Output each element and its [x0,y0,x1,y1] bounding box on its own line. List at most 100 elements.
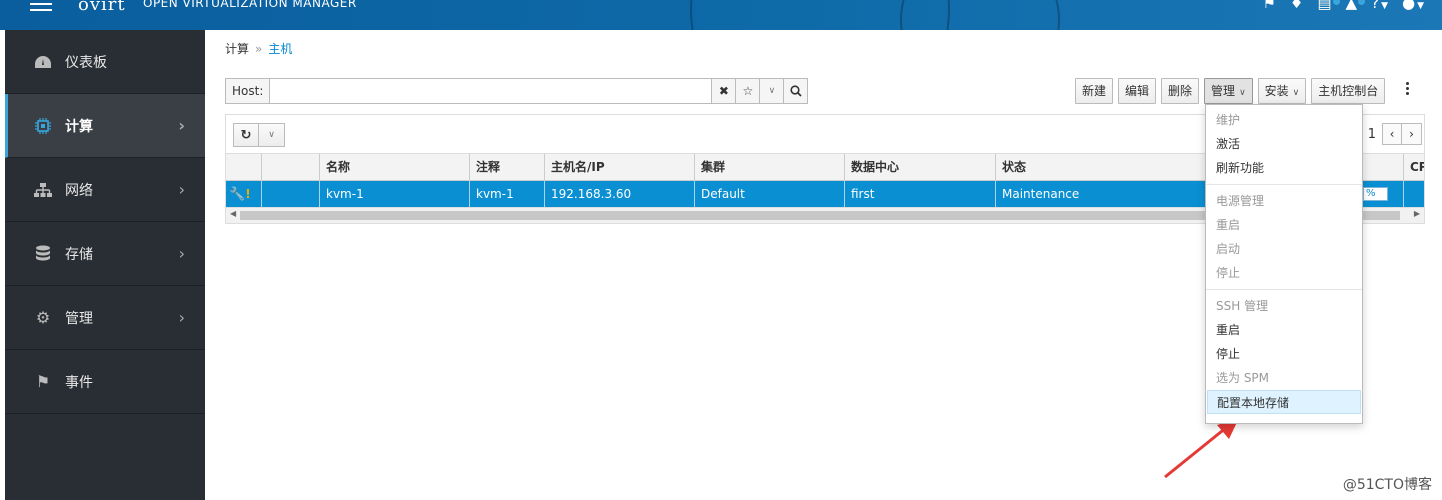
sidebar-item-events[interactable]: ⚑ 事件 [5,350,205,414]
page-number: 1 [1367,126,1376,142]
sidebar-item-label: 事件 [65,374,93,391]
background-decoration [900,0,1060,30]
menu-divider [1206,184,1362,185]
sidebar-item-storage[interactable]: 存储 › [5,222,205,286]
refresh-icon[interactable]: ↻ [233,123,259,147]
search-input[interactable] [270,78,713,104]
top-bar: ovirt OPEN VIRTUALIZATION MANAGER ⚑ ♦ ▤ … [0,0,1442,30]
column-header-comment[interactable]: 注释 [470,154,545,180]
brand-subtitle: OPEN VIRTUALIZATION MANAGER [143,0,357,10]
chevron-right-icon: › [178,244,185,263]
notification-bell-icon[interactable]: ▲ [1346,0,1366,12]
sidebar-item-network[interactable]: 网络 › [5,158,205,222]
menu-item-pm-stop: 停止 [1216,266,1241,280]
chevron-down-icon: ∨ [1292,88,1300,98]
menu-item-ssh-restart[interactable]: 重启 [1206,318,1362,342]
scroll-left-icon[interactable]: ◀ [230,209,236,218]
host-console-button[interactable]: 主机控制台 [1311,78,1386,104]
header-status-icons [226,154,262,180]
menu-item-pm-start: 启动 [1216,242,1241,256]
header-blank [262,154,320,180]
dashboard-icon [33,52,53,72]
chevron-down-icon[interactable]: ∨ [760,78,785,104]
bookmark-star-icon[interactable]: ☆ [736,78,761,104]
chevron-down-icon: ∨ [1239,88,1246,98]
menu-item-ssh-stop[interactable]: 停止 [1206,342,1362,366]
grid-toolbar: ↻ ∨ [233,123,285,147]
search-bar: Host: ✖ ☆ ∨ [225,78,809,104]
row-status-icons: 🔧! [226,181,262,207]
manage-label: 管理 [1211,84,1236,98]
usage-bar: % [1363,187,1388,201]
prev-page-icon[interactable]: ‹ [1382,123,1402,145]
annotation-arrow [1164,418,1239,479]
next-page-icon[interactable]: › [1402,123,1422,145]
manage-dropdown-button[interactable]: 管理 ∨ [1204,78,1253,104]
sidebar: 仪表板 计算 › 网络 › 存储 › ⚙ 管理 › ⚑ 事件 [5,30,205,500]
cell-cpu [1404,181,1424,207]
network-icon [33,180,53,200]
kebab-menu-icon[interactable] [1402,82,1412,95]
breadcrumb-separator: » [255,42,263,56]
cpu-icon [33,116,53,136]
menu-header-ssh-management: SSH 管理 [1216,299,1269,313]
chevron-right-icon: › [178,116,185,135]
sidebar-item-label: 仪表板 [65,54,107,71]
user-icon[interactable]: ● ▼ [1402,0,1424,12]
tasks-icon[interactable]: ▤ [1317,0,1340,12]
breadcrumb-current[interactable]: 主机 [268,42,292,56]
scroll-right-icon[interactable]: ▶ [1414,209,1420,218]
flag-icon: ⚑ [35,372,51,391]
row-blank [262,181,320,207]
tag-icon[interactable]: ♦ [1290,0,1303,12]
help-icon[interactable]: ? ▼ [1371,0,1388,12]
chevron-down-icon[interactable]: ∨ [259,123,285,147]
breadcrumb: 计算 » 主机 [225,40,292,57]
sidebar-item-compute[interactable]: 计算 › [5,94,205,158]
chevron-right-icon: › [178,308,185,327]
chevron-right-icon: › [178,180,185,199]
cell-cluster: Default [695,181,845,207]
column-header-name[interactable]: 名称 [320,154,470,180]
cell-name: kvm-1 [320,181,470,207]
top-icons: ⚑ ♦ ▤ ▲ ? ▼ ● ▼ [1262,0,1424,12]
menu-item-configure-local-storage[interactable]: 配置本地存储 [1207,390,1361,414]
search-icon[interactable] [784,78,809,104]
sidebar-item-label: 网络 [65,182,93,199]
breadcrumb-parent[interactable]: 计算 [225,42,249,56]
search-label: Host: [225,78,271,104]
wrench-icon: 🔧 [229,187,246,202]
column-header-cpu[interactable]: CP [1404,154,1424,180]
action-toolbar: 新建 编辑 删除 管理 ∨ 安装 ∨ 主机控制台 [1075,78,1386,104]
menu-item-refresh-capabilities[interactable]: 刷新功能 [1206,156,1362,180]
install-dropdown-button[interactable]: 安装 ∨ [1257,78,1307,104]
edit-button[interactable]: 编辑 [1118,78,1157,104]
cell-datacenter: first [845,181,996,207]
sidebar-item-dashboard[interactable]: 仪表板 [5,30,205,94]
menu-item-pm-restart: 重启 [1216,218,1241,232]
menu-header-power-management: 电源管理 [1216,194,1265,208]
clear-search-icon[interactable]: ✖ [712,78,737,104]
menu-item-activate[interactable]: 激活 [1206,132,1362,156]
delete-button[interactable]: 删除 [1161,78,1200,104]
new-button[interactable]: 新建 [1075,78,1114,104]
manage-dropdown-menu: 维护 激活 刷新功能 电源管理 重启 启动 停止 SSH 管理 重启 停止 选为… [1205,104,1363,424]
bookmark-icon[interactable]: ⚑ [1262,0,1275,12]
sidebar-item-admin[interactable]: ⚙ 管理 › [5,286,205,350]
brand-logo: ovirt [78,0,126,15]
menu-header-maintenance: 维护 [1216,113,1241,127]
column-header-datacenter[interactable]: 数据中心 [845,154,996,180]
status-text: Maintenance [1002,187,1080,201]
watermark: @51CTO博客 [1342,477,1432,493]
pager: 1 ‹ › [1368,123,1422,145]
column-header-cluster[interactable]: 集群 [695,154,845,180]
column-header-hostname[interactable]: 主机名/IP [545,154,695,180]
database-icon [33,244,53,264]
sidebar-item-label: 管理 [65,310,93,327]
warning-icon: ! [245,187,251,201]
sidebar-item-label: 存储 [65,246,93,263]
sidebar-item-label: 计算 [65,118,93,135]
install-label: 安装 [1264,84,1289,98]
hamburger-menu-icon[interactable] [30,0,52,15]
cell-hostname: 192.168.3.60 [545,181,695,207]
